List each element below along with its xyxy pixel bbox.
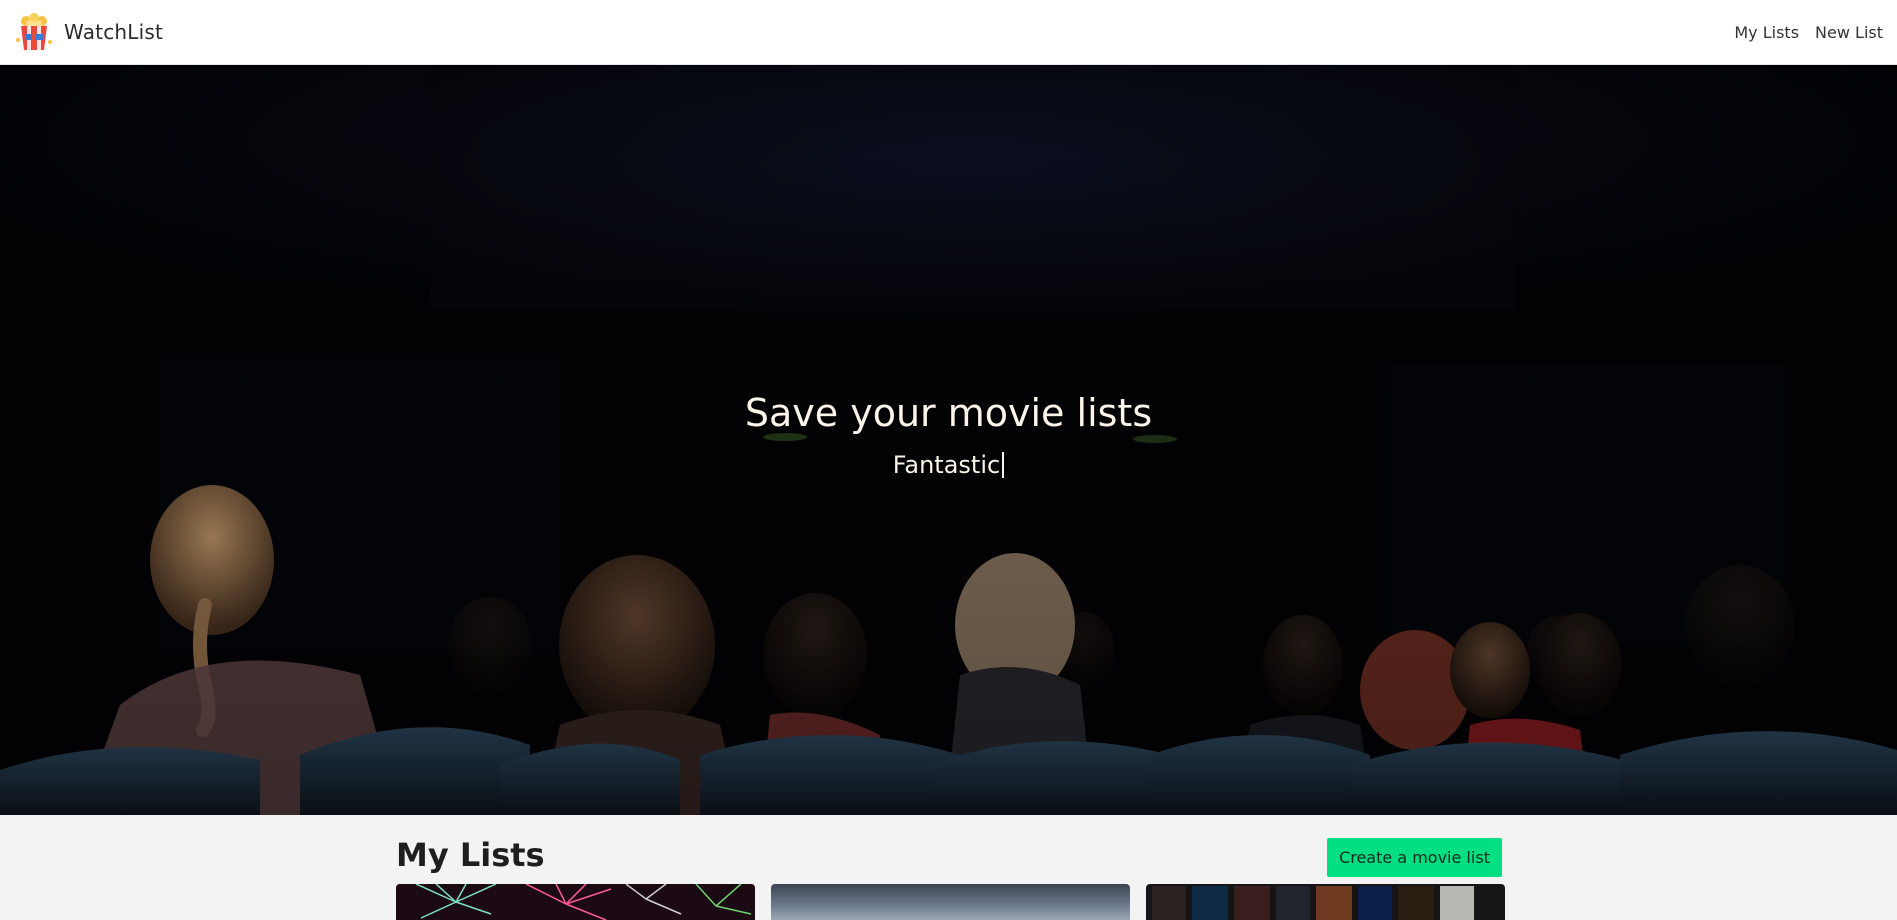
hero-banner: Save your movie lists Fantastic <box>0 65 1897 815</box>
typed-text: Fantastic <box>892 451 1001 479</box>
hero-title: Save your movie lists <box>744 391 1153 435</box>
list-card[interactable] <box>1146 884 1505 920</box>
fireworks-thumbnail <box>396 884 755 920</box>
my-lists-heading: My Lists <box>396 836 545 874</box>
list-card[interactable] <box>396 884 755 920</box>
nav-new-list[interactable]: New List <box>1815 23 1883 42</box>
nav-my-lists[interactable]: My Lists <box>1734 23 1799 42</box>
cinema-audience-image <box>0 65 1897 815</box>
typing-cursor <box>1002 452 1005 478</box>
hero-typed-subtitle: Fantastic <box>0 451 1897 479</box>
brand-name: WatchList <box>64 20 164 44</box>
brand-link[interactable]: WatchList <box>14 12 163 52</box>
navbar: WatchList My Lists New List <box>0 0 1897 65</box>
create-movie-list-button[interactable]: Create a movie list <box>1327 838 1502 877</box>
posters-thumbnail <box>1152 886 1474 920</box>
nav-links: My Lists New List <box>1734 23 1883 42</box>
popcorn-icon <box>14 12 54 52</box>
list-card[interactable] <box>771 884 1130 920</box>
